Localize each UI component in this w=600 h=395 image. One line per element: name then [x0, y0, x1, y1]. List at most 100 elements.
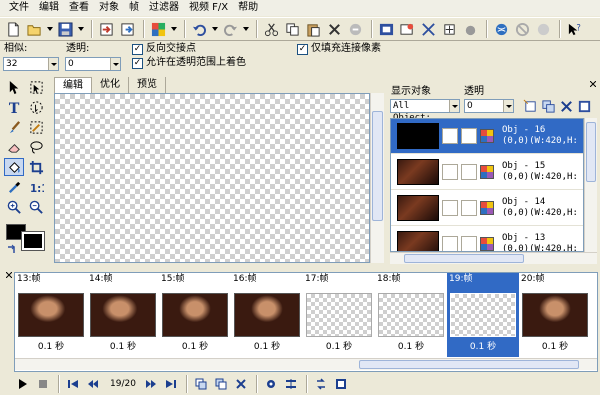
globe-icon[interactable] [492, 20, 511, 39]
menu-filter[interactable]: 过滤器 [144, 1, 184, 15]
menu-frame[interactable]: 帧 [124, 1, 144, 15]
frame-delay[interactable]: 0.1 秒 [159, 339, 231, 355]
object-list-scrollbar[interactable] [584, 118, 597, 252]
crop-icon[interactable] [346, 20, 365, 39]
paste-icon[interactable] [304, 20, 323, 39]
frame-delay[interactable]: 0.1 秒 [231, 339, 303, 355]
redo-dropdown-icon[interactable] [242, 20, 250, 39]
play-icon[interactable] [14, 376, 32, 392]
open-folder-icon[interactable] [25, 20, 44, 39]
similarity-spinner[interactable]: 32 [3, 57, 59, 71]
menu-file[interactable]: 文件 [4, 1, 34, 15]
close-panel-icon[interactable] [589, 79, 597, 88]
lock-toggle[interactable] [461, 164, 477, 180]
opacity-spinner[interactable]: 0 [65, 57, 121, 71]
frame-16[interactable]: 16:帧 0.1 秒 [231, 273, 303, 357]
background-color-swatch[interactable] [21, 231, 45, 251]
spinner-arrow-icon[interactable] [48, 58, 58, 70]
frame-delay[interactable]: 0.1 秒 [303, 339, 375, 355]
lock-toggle[interactable] [461, 236, 477, 251]
first-frame-icon[interactable] [64, 376, 82, 392]
menu-video-fx[interactable]: 视频 F/X [184, 1, 233, 15]
visibility-toggle[interactable] [442, 164, 458, 180]
menu-object[interactable]: 对象 [94, 1, 124, 15]
text-icon[interactable]: T [4, 98, 24, 116]
brush-icon[interactable] [4, 118, 24, 136]
menu-help[interactable]: 帮助 [233, 1, 263, 15]
save-icon[interactable] [56, 20, 75, 39]
disabled-shape-icon[interactable] [534, 20, 553, 39]
object-row-16[interactable]: Obj - 16 (0,0)(W:420,H: [391, 119, 583, 154]
mask-icon[interactable] [461, 20, 480, 39]
object-properties-icon[interactable] [575, 97, 594, 116]
frame-18[interactable]: 18:帧 0.1 秒 [375, 273, 447, 357]
menu-view[interactable]: 查看 [64, 1, 94, 15]
frame-15[interactable]: 15:帧 0.1 秒 [159, 273, 231, 357]
lock-toggle[interactable] [461, 128, 477, 144]
image-edit-icon[interactable] [398, 20, 417, 39]
crop-tool-icon[interactable] [26, 158, 46, 176]
checkbox-box[interactable]: ✓ [297, 43, 308, 55]
fill-bucket-icon[interactable] [4, 158, 24, 176]
tab-edit[interactable]: 编辑 [54, 77, 92, 93]
scrollbar-thumb[interactable] [586, 122, 596, 182]
save-dropdown-icon[interactable] [77, 20, 85, 39]
reverse-frames-icon[interactable] [282, 376, 300, 392]
lasso-icon[interactable] [26, 138, 46, 156]
palette-icon[interactable] [149, 20, 168, 39]
frame-17[interactable]: 17:帧 0.1 秒 [303, 273, 375, 357]
stop-icon[interactable] [34, 376, 52, 392]
panel-opacity-spinner[interactable]: 0 [464, 99, 514, 113]
visibility-toggle[interactable] [442, 200, 458, 216]
display-objects-select[interactable]: All Object: [390, 99, 460, 123]
duplicate-object-icon[interactable] [539, 97, 558, 116]
frame-13[interactable]: 13:帧 0.1 秒 [15, 273, 87, 357]
scrollbar-thumb[interactable] [372, 111, 383, 221]
redo-icon[interactable] [221, 20, 240, 39]
magic-wand-icon[interactable] [26, 118, 46, 136]
actual-size-icon[interactable]: 1:1 [26, 178, 46, 196]
close-timeline-icon[interactable] [5, 270, 13, 279]
spinner-arrow-icon[interactable] [503, 100, 513, 112]
previous-frame-icon[interactable] [84, 376, 102, 392]
cut-icon[interactable] [262, 20, 281, 39]
rotate-icon[interactable] [440, 20, 459, 39]
scrollbar-thumb[interactable] [359, 360, 579, 369]
tab-preview[interactable]: 预览 [129, 77, 166, 93]
copy-icon[interactable] [283, 20, 302, 39]
zoom-in-icon[interactable] [4, 198, 24, 216]
swap-colors-icon[interactable] [6, 244, 18, 256]
forbidden-icon[interactable] [513, 20, 532, 39]
fill-connected-checkbox[interactable]: ✓ 仅填充连接像素 [297, 43, 381, 55]
spinner-arrow-icon[interactable] [110, 58, 120, 70]
frame-20[interactable]: 20:帧 0.1 秒 [519, 273, 591, 357]
undo-icon[interactable] [190, 20, 209, 39]
frame-14[interactable]: 14:帧 0.1 秒 [87, 273, 159, 357]
frame-strip-scrollbar[interactable] [15, 358, 597, 370]
pointer-icon[interactable] [4, 78, 24, 96]
checkbox-box[interactable]: ✓ [132, 57, 143, 69]
frame-delay[interactable]: 0.1 秒 [15, 339, 87, 355]
delete-icon[interactable] [325, 20, 344, 39]
open-dropdown-icon[interactable] [46, 20, 54, 39]
canvas-vertical-scrollbar[interactable] [370, 93, 384, 263]
object-row-13[interactable]: Obj - 13 (0,0)(W:420,H: [391, 227, 583, 251]
frame-delay[interactable]: 0.1 秒 [519, 339, 591, 355]
invert-checkbox[interactable]: ✓ 反向交接点 [132, 43, 196, 55]
delete-object-icon[interactable] [557, 97, 576, 116]
frame-delay[interactable]: 0.1 秒 [87, 339, 159, 355]
object-row-15[interactable]: Obj - 15 (0,0)(W:420,H: [391, 155, 583, 190]
delete-frame-icon[interactable] [232, 376, 250, 392]
sync-frames-icon[interactable] [312, 376, 330, 392]
eraser-icon[interactable] [4, 138, 24, 156]
last-frame-icon[interactable] [162, 376, 180, 392]
film-icon[interactable] [377, 20, 396, 39]
new-object-icon[interactable] [521, 97, 540, 116]
frame-19[interactable]: 19:帧 0.1 秒 [447, 273, 519, 357]
marquee-icon[interactable] [26, 78, 46, 96]
import-icon[interactable] [97, 20, 116, 39]
new-file-icon[interactable] [4, 20, 23, 39]
eyedropper-icon[interactable] [4, 178, 24, 196]
film-strip-icon[interactable] [332, 376, 350, 392]
tab-optimize[interactable]: 优化 [92, 77, 129, 93]
